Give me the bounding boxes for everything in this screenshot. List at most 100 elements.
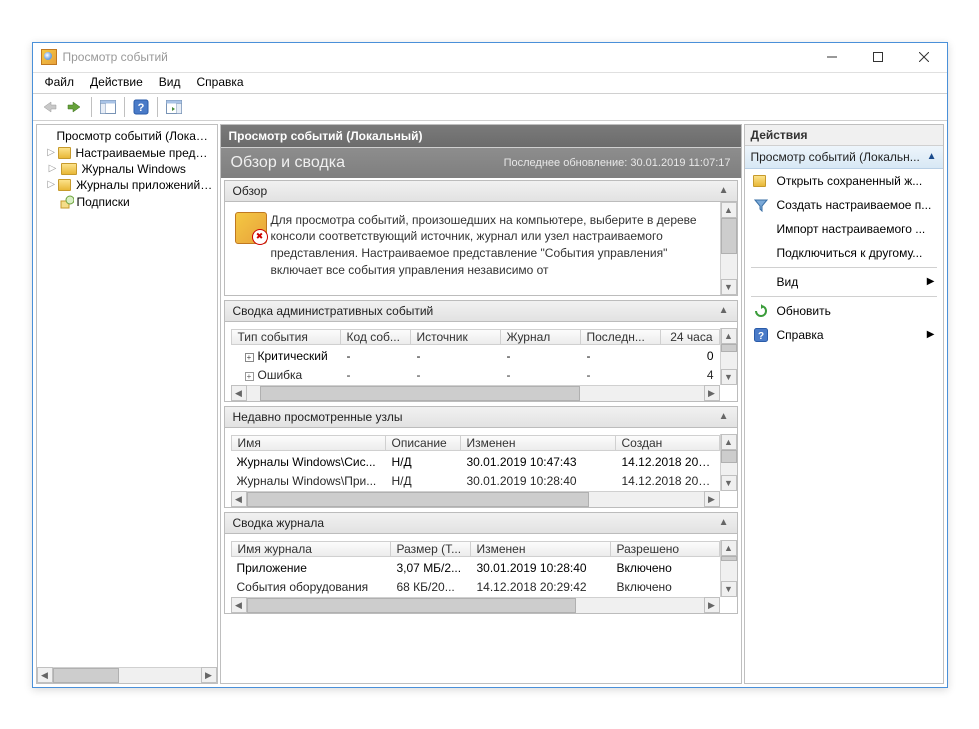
scroll-thumb[interactable] bbox=[260, 386, 580, 401]
collapse-icon[interactable]: ▲ bbox=[927, 151, 937, 162]
scroll-track[interactable] bbox=[247, 386, 704, 401]
recent-head[interactable]: Недавно просмотренные узлы ▲ bbox=[224, 406, 738, 428]
scroll-thumb[interactable] bbox=[247, 598, 576, 613]
col-mod[interactable]: Изменен bbox=[471, 541, 611, 557]
table-row[interactable]: Журналы Windows\Сис... Н/Д 30.01.2019 10… bbox=[231, 453, 720, 472]
admin-h-scrollbar[interactable]: ◀ ▶ bbox=[231, 385, 720, 401]
collapse-icon[interactable]: ▲ bbox=[719, 411, 729, 422]
tree-item-custom-views[interactable]: ▷ Настраиваемые представления bbox=[37, 145, 217, 161]
scroll-track[interactable] bbox=[721, 556, 737, 581]
scroll-thumb[interactable] bbox=[53, 668, 120, 683]
col-type[interactable]: Тип события bbox=[231, 329, 341, 345]
col-log[interactable]: Журнал bbox=[501, 329, 581, 345]
table-row[interactable]: События оборудования 68 КБ/20... 14.12.2… bbox=[231, 578, 720, 597]
col-last[interactable]: Последн... bbox=[581, 329, 661, 345]
col-name[interactable]: Имя bbox=[231, 435, 386, 451]
tree-item-subscriptions[interactable]: Подписки bbox=[37, 193, 217, 211]
col-desc[interactable]: Описание bbox=[386, 435, 461, 451]
log-h-scrollbar[interactable]: ◀ ▶ bbox=[231, 597, 720, 613]
scroll-track[interactable] bbox=[247, 492, 704, 507]
scroll-down-button[interactable]: ▼ bbox=[721, 581, 737, 597]
collapse-icon[interactable]: ▲ bbox=[719, 517, 729, 528]
scroll-left-button[interactable]: ◀ bbox=[37, 667, 53, 683]
col-code[interactable]: Код соб... bbox=[341, 329, 411, 345]
scroll-track[interactable] bbox=[721, 218, 737, 279]
menu-view[interactable]: Вид bbox=[151, 73, 189, 93]
log-summary-head[interactable]: Сводка журнала ▲ bbox=[224, 512, 738, 534]
recent-h-scrollbar[interactable]: ◀ ▶ bbox=[231, 491, 720, 507]
overview-scrollbar[interactable]: ▲ ▼ bbox=[720, 202, 737, 295]
action-help[interactable]: ? Справка ▶ bbox=[745, 323, 943, 347]
scroll-down-button[interactable]: ▼ bbox=[721, 279, 737, 295]
help-button[interactable]: ? bbox=[129, 96, 153, 118]
scroll-right-button[interactable]: ▶ bbox=[704, 385, 720, 401]
expander-icon[interactable]: ▷ bbox=[47, 179, 57, 191]
col-created[interactable]: Создан bbox=[616, 435, 720, 451]
scroll-down-button[interactable]: ▼ bbox=[721, 369, 737, 385]
action-open-saved-log[interactable]: Открыть сохраненный ж... bbox=[745, 169, 943, 193]
tree-item-app-logs[interactable]: ▷ Журналы приложений и служб bbox=[37, 177, 217, 193]
action-create-custom-view[interactable]: Создать настраиваемое п... bbox=[745, 193, 943, 217]
menu-help[interactable]: Справка bbox=[189, 73, 252, 93]
tree-root[interactable]: Просмотр событий (Локальный) bbox=[37, 127, 217, 145]
scroll-track[interactable] bbox=[53, 668, 201, 683]
close-button[interactable] bbox=[901, 43, 947, 72]
recent-v-scrollbar[interactable]: ▲ ▼ bbox=[720, 434, 737, 491]
menu-action[interactable]: Действие bbox=[82, 73, 151, 93]
scroll-thumb[interactable] bbox=[721, 556, 737, 561]
scroll-up-button[interactable]: ▲ bbox=[721, 202, 737, 218]
scroll-track[interactable] bbox=[247, 598, 704, 613]
expander-icon[interactable]: ▷ bbox=[47, 163, 59, 175]
tree-h-scrollbar[interactable]: ◀ ▶ bbox=[37, 667, 217, 683]
col-enabled[interactable]: Разрешено bbox=[611, 541, 720, 557]
minimize-button[interactable] bbox=[809, 43, 855, 72]
log-v-scrollbar[interactable]: ▲ ▼ bbox=[720, 540, 737, 597]
action-pane-button[interactable] bbox=[162, 96, 186, 118]
overview-head[interactable]: Обзор ▲ bbox=[224, 180, 738, 202]
expand-icon[interactable]: + bbox=[245, 372, 254, 381]
maximize-button[interactable] bbox=[855, 43, 901, 72]
scroll-down-button[interactable]: ▼ bbox=[721, 475, 737, 491]
scroll-up-button[interactable]: ▲ bbox=[721, 540, 737, 556]
scroll-up-button[interactable]: ▲ bbox=[721, 434, 737, 450]
show-hide-tree-button[interactable] bbox=[96, 96, 120, 118]
col-24h[interactable]: 24 часа bbox=[661, 329, 720, 345]
table-row[interactable]: Приложение 3,07 МБ/2... 30.01.2019 10:28… bbox=[231, 559, 720, 578]
nav-back-button[interactable] bbox=[37, 96, 61, 118]
table-row[interactable]: +Критический - - - - 0 bbox=[231, 347, 720, 366]
action-connect-remote[interactable]: Подключиться к другому... bbox=[745, 241, 943, 265]
scroll-track[interactable] bbox=[721, 450, 737, 475]
action-import-custom-view[interactable]: Импорт настраиваемого ... bbox=[745, 217, 943, 241]
expand-icon[interactable]: + bbox=[245, 353, 254, 362]
scroll-thumb[interactable] bbox=[721, 450, 737, 464]
scroll-thumb[interactable] bbox=[721, 344, 737, 353]
action-refresh[interactable]: Обновить bbox=[745, 299, 943, 323]
table-row[interactable]: Журналы Windows\При... Н/Д 30.01.2019 10… bbox=[231, 472, 720, 491]
admin-v-scrollbar[interactable]: ▲ ▼ bbox=[720, 328, 737, 385]
scroll-thumb[interactable] bbox=[247, 492, 590, 507]
col-size[interactable]: Размер (Т... bbox=[391, 541, 471, 557]
table-row[interactable]: +Ошибка - - - - 4 bbox=[231, 366, 720, 385]
tree-item-windows-logs[interactable]: ▷ Журналы Windows bbox=[37, 161, 217, 177]
scroll-right-button[interactable]: ▶ bbox=[704, 597, 720, 613]
expander-icon[interactable]: ▷ bbox=[47, 147, 56, 159]
col-mod[interactable]: Изменен bbox=[461, 435, 616, 451]
action-view[interactable]: Вид ▶ bbox=[745, 270, 943, 294]
scroll-left-button[interactable]: ◀ bbox=[231, 491, 247, 507]
scroll-right-button[interactable]: ▶ bbox=[704, 491, 720, 507]
scroll-left-button[interactable]: ◀ bbox=[231, 385, 247, 401]
actions-group-header[interactable]: Просмотр событий (Локальн... ▲ bbox=[745, 146, 943, 169]
scroll-right-button[interactable]: ▶ bbox=[201, 667, 217, 683]
scroll-up-button[interactable]: ▲ bbox=[721, 328, 737, 344]
collapse-icon[interactable]: ▲ bbox=[719, 185, 729, 196]
collapse-icon[interactable]: ▲ bbox=[719, 305, 729, 316]
col-logname[interactable]: Имя журнала bbox=[231, 541, 391, 557]
nav-forward-button[interactable] bbox=[63, 96, 87, 118]
separator bbox=[751, 267, 937, 268]
scroll-left-button[interactable]: ◀ bbox=[231, 597, 247, 613]
menu-file[interactable]: Файл bbox=[37, 73, 83, 93]
scroll-track[interactable] bbox=[721, 344, 737, 369]
admin-summary-head[interactable]: Сводка административных событий ▲ bbox=[224, 300, 738, 322]
scroll-thumb[interactable] bbox=[721, 218, 737, 255]
col-source[interactable]: Источник bbox=[411, 329, 501, 345]
